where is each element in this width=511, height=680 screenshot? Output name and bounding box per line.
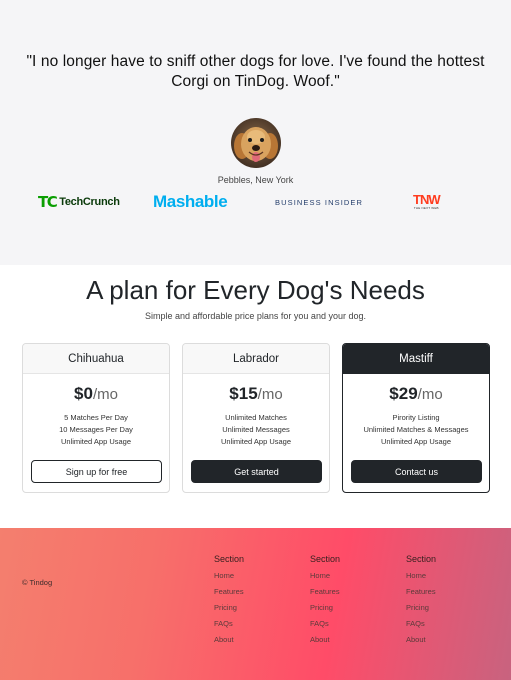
testimonial-quote: "I no longer have to sniff other dogs fo… [26, 53, 485, 90]
plan-name: Mastiff [343, 344, 489, 374]
plan-feature: 5 Matches Per Day [64, 413, 128, 422]
plan-feature: Unlimited Matches & Messages [363, 425, 469, 434]
testimonial-author: Pebbles, New York [217, 175, 294, 185]
plan-price-amount: $15 [229, 384, 258, 403]
footer-column: Section Home Features Pricing FAQs About [214, 554, 294, 648]
get-started-button[interactable]: Get started [191, 460, 322, 483]
plan-feature: Unlimited App Usage [220, 437, 292, 446]
business-insider-logo: BUSINESS INSIDER [275, 197, 364, 207]
plan-price-amount: $0 [74, 384, 93, 403]
plan-feature: Unlimited App Usage [380, 437, 452, 446]
footer-link-pricing[interactable]: Pricing [310, 600, 390, 616]
footer-column-heading: Section [310, 554, 341, 564]
dog-avatar [231, 118, 281, 168]
plan-price: $29/mo [343, 384, 489, 404]
footer-link-features[interactable]: Features [406, 584, 486, 600]
plan-feature: Pirority Listing [392, 413, 440, 422]
plan-feature: Unlimited Matches [225, 413, 287, 422]
contact-us-button[interactable]: Contact us [351, 460, 482, 483]
footer: © Tindog Section Home Features Pricing F… [0, 528, 511, 680]
plan-price-amount: $29 [389, 384, 418, 403]
plan-name: Chihuahua [23, 344, 169, 374]
tnw-logo: TNW THE NEXT WEB [413, 192, 441, 212]
techcrunch-wordmark: TechCrunch [59, 196, 120, 208]
footer-link-faqs[interactable]: FAQs [310, 616, 390, 632]
dog-avatar-image [231, 118, 281, 168]
footer-link-home[interactable]: Home [406, 568, 486, 584]
footer-link-pricing[interactable]: Pricing [406, 600, 486, 616]
footer-link-home[interactable]: Home [214, 568, 294, 584]
footer-link-about[interactable]: About [406, 632, 486, 648]
mashable-logo: Mashable [153, 192, 228, 211]
footer-link-about[interactable]: About [214, 632, 294, 648]
footer-link-faqs[interactable]: FAQs [406, 616, 486, 632]
footer-column: Section Home Features Pricing FAQs About [310, 554, 390, 648]
footer-link-features[interactable]: Features [310, 584, 390, 600]
plan-price-period: /mo [417, 386, 443, 403]
footer-column-heading: Section [406, 554, 437, 564]
techcrunch-mark: TC [38, 193, 58, 211]
plan-price: $0/mo [23, 384, 169, 404]
pricing-subtitle: Simple and affordable price plans for yo… [145, 311, 366, 321]
plan-feature: 10 Messages Per Day [59, 425, 133, 434]
plan-feature: Unlimited App Usage [60, 437, 132, 446]
footer-link-features[interactable]: Features [214, 584, 294, 600]
plan-name: Labrador [183, 344, 329, 374]
plan-card-mastiff: Mastiff $29/mo Pirority Listing Unlimite… [342, 343, 490, 493]
techcrunch-logo: TC TechCrunch [38, 192, 120, 212]
plan-price-period: /mo [257, 386, 283, 403]
pricing-title: A plan for Every Dog's Needs [86, 275, 425, 305]
copyright: © Tindog [22, 578, 53, 587]
footer-link-about[interactable]: About [310, 632, 390, 648]
testimonial-section: "I no longer have to sniff other dogs fo… [0, 0, 511, 265]
footer-link-faqs[interactable]: FAQs [214, 616, 294, 632]
pricing-section: A plan for Every Dog's Needs Simple and … [0, 265, 511, 528]
plan-feature: Unlimited Messages [222, 425, 290, 434]
footer-column-heading: Section [214, 554, 245, 564]
plan-card-labrador: Labrador $15/mo Unlimited Matches Unlimi… [182, 343, 330, 493]
footer-column: Section Home Features Pricing FAQs About [406, 554, 486, 648]
plan-price-period: /mo [92, 386, 118, 403]
plan-price: $15/mo [183, 384, 329, 404]
sign-up-button[interactable]: Sign up for free [31, 460, 162, 483]
tnw-mark: TNW [413, 192, 441, 207]
footer-link-home[interactable]: Home [310, 568, 390, 584]
tnw-subtitle: THE NEXT WEB [413, 206, 439, 210]
footer-link-pricing[interactable]: Pricing [214, 600, 294, 616]
plan-card-chihuahua: Chihuahua $0/mo 5 Matches Per Day 10 Mes… [22, 343, 170, 493]
